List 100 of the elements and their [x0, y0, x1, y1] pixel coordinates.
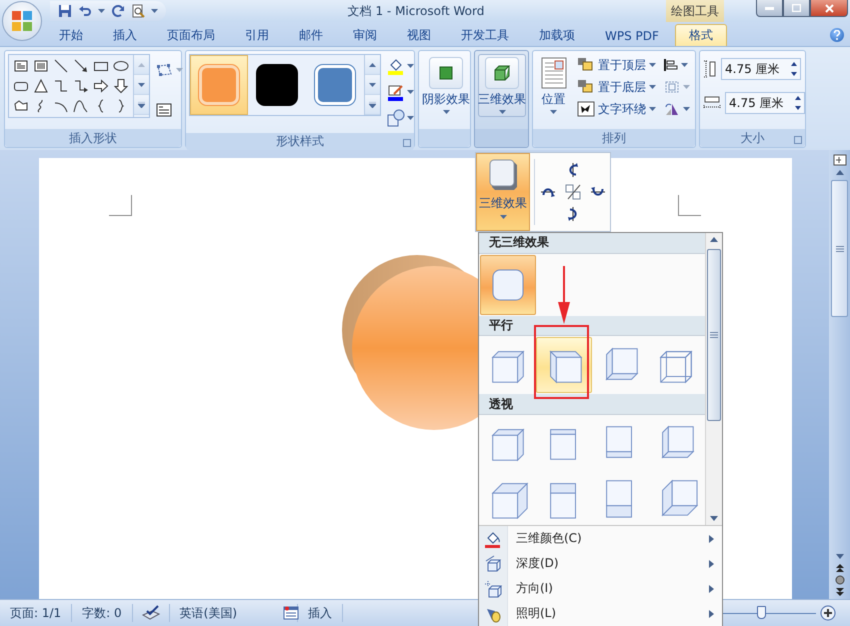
menu-item[interactable]: 深度(D)	[479, 551, 722, 576]
ruler-toggle-icon[interactable]	[832, 152, 846, 166]
dropdown-caret-icon	[407, 116, 414, 120]
scroll-thumb[interactable]	[707, 249, 721, 421]
office-logo-icon	[10, 9, 34, 33]
macro-record-icon[interactable]	[283, 606, 300, 620]
scroll-up-button[interactable]	[365, 55, 380, 75]
3d-effects-button[interactable]: 三维效果	[476, 153, 530, 231]
direction-box-icon	[484, 580, 502, 598]
help-icon	[833, 30, 841, 40]
down-arrow-icon	[138, 82, 145, 86]
maximize-button[interactable]	[783, 0, 810, 17]
text-box-icon	[13, 58, 29, 74]
line-icon	[53, 58, 69, 74]
grip-icon	[836, 246, 844, 252]
close-button[interactable]	[810, 0, 848, 17]
annotation-arrow	[557, 266, 571, 324]
more-icon	[369, 102, 376, 108]
position-button[interactable]: 位置	[536, 54, 571, 117]
more-icon	[138, 102, 145, 108]
menu-item[interactable]: 照明(L)	[479, 601, 722, 626]
elbow-arrow-icon	[73, 78, 89, 94]
more-button[interactable]	[134, 95, 149, 115]
menu-item[interactable]: 三维颜色(C)	[479, 526, 722, 551]
help-button[interactable]	[830, 28, 844, 42]
down-arrow-icon	[369, 82, 376, 86]
align-icon	[664, 58, 678, 72]
oval-icon	[113, 58, 129, 74]
arrange-command-button[interactable]: 文字环绕	[575, 98, 658, 120]
more-button[interactable]	[365, 95, 380, 115]
ribbon-tab[interactable]: 插入	[99, 24, 151, 46]
minimize-icon	[765, 6, 774, 10]
ribbon-tab[interactable]: 引用	[231, 24, 283, 46]
cube-icon	[485, 57, 519, 89]
dropdown-caret-icon	[407, 90, 414, 94]
dropdown-caret-icon	[550, 110, 557, 114]
ribbon-tab[interactable]: 审阅	[339, 24, 391, 46]
dropdown-caret-icon	[681, 63, 688, 67]
browse-object-icon[interactable]	[834, 575, 844, 585]
zoom-slider-thumb[interactable]	[757, 606, 766, 619]
text-wrap-icon	[577, 101, 595, 117]
shape-button[interactable]	[111, 76, 131, 96]
corner-mark	[109, 195, 132, 216]
minimize-button[interactable]	[756, 0, 783, 17]
shadow-effects-button[interactable]: 阴影效果	[422, 54, 470, 117]
bring-to-front-icon	[577, 57, 595, 73]
arrow-line-icon	[73, 58, 89, 74]
ribbon-tab[interactable]: 页面布局	[153, 24, 229, 46]
scroll-down-button[interactable]	[365, 75, 380, 95]
ribbon-tab[interactable]: 格式	[674, 24, 727, 46]
scroll-down-icon[interactable]	[834, 551, 844, 561]
section-heading: 透视	[479, 394, 705, 416]
dropdown-caret-icon	[442, 110, 450, 114]
shape-style-swatch[interactable]	[190, 55, 248, 115]
undo-icon[interactable]	[78, 4, 92, 18]
scroll-down-button[interactable]	[134, 75, 149, 95]
down-arrow-icon	[113, 78, 129, 94]
group-label: 形状样式	[186, 133, 414, 150]
height-field[interactable]: 4.75 厘米	[721, 58, 801, 80]
previous-page-icon[interactable]	[834, 563, 844, 573]
group-footer	[419, 129, 470, 147]
width-field[interactable]: 4.75 厘米	[725, 92, 805, 114]
arrange-command-button[interactable]: 置于顶层	[575, 54, 658, 76]
edit-points-icon	[156, 63, 174, 77]
window-title: 文档 1 - Microsoft Word	[346, 2, 486, 20]
shapes-icon	[387, 109, 405, 127]
ribbon-tab[interactable]: 开发工具	[447, 24, 523, 46]
save-icon[interactable]	[58, 4, 72, 18]
maximize-icon	[792, 4, 801, 12]
submenu-arrow-icon	[709, 584, 714, 592]
ribbon-tab[interactable]: 邮件	[285, 24, 337, 46]
send-to-back-icon	[577, 79, 595, 95]
arrange-command-button[interactable]: 置于底层	[575, 76, 658, 98]
spin-arrows-icon	[791, 62, 797, 76]
dropdown-caret-icon	[649, 63, 656, 67]
menu-item[interactable]: 方向(I)	[479, 576, 722, 601]
3d-style-option[interactable]	[536, 337, 592, 394]
width-icon	[703, 96, 721, 110]
text-box-icon	[156, 103, 172, 117]
up-arrow-icon	[369, 62, 376, 66]
ribbon-tab[interactable]: WPS PDF	[591, 24, 673, 46]
spin-arrows-icon	[795, 96, 801, 110]
curve-icon	[73, 98, 89, 114]
group-label: 排列	[533, 129, 695, 147]
next-page-icon[interactable]	[834, 587, 844, 597]
ribbon-tab[interactable]: 加载项	[525, 24, 589, 46]
3d-effects-button[interactable]: 三维效果	[478, 54, 526, 117]
scroll-up-icon[interactable]	[834, 168, 844, 178]
spell-check-icon	[140, 605, 161, 621]
3d-style-option[interactable]	[480, 254, 536, 315]
ribbon-tab[interactable]: 开始	[45, 24, 97, 46]
print-preview-icon[interactable]	[131, 4, 145, 18]
3d-toggle-icon[interactable]	[564, 183, 582, 201]
redo-icon[interactable]	[111, 4, 125, 18]
page-position-icon	[540, 57, 566, 89]
section-heading: 平行	[479, 316, 705, 336]
zoom-in-icon[interactable]	[820, 605, 836, 621]
scroll-thumb[interactable]	[831, 180, 848, 317]
flat-square-icon	[491, 268, 525, 302]
ribbon-tab[interactable]: 视图	[393, 24, 445, 46]
